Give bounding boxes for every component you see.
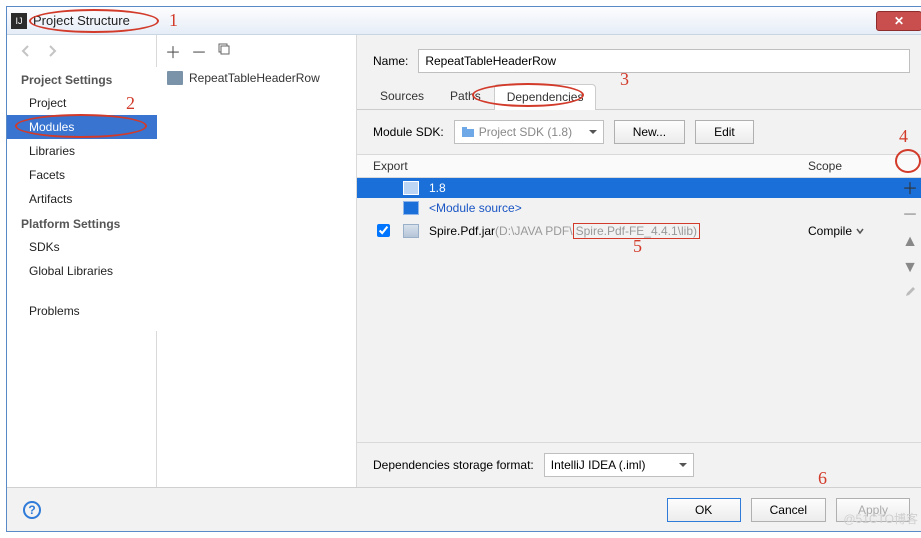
window-title: Project Structure [33,13,876,28]
help-button[interactable]: ? [23,501,41,519]
move-down-button[interactable]: ▼ [902,260,918,276]
dependencies-header: Export Scope [357,154,921,178]
name-label: Name: [373,54,408,68]
titlebar: IJ Project Structure ✕ [7,7,921,35]
project-structure-window: IJ Project Structure ✕ Project Settings … [6,6,921,532]
sidebar-item-problems[interactable]: Problems [7,299,157,323]
module-sdk-label: Module SDK: [373,125,444,139]
tab-sources[interactable]: Sources [367,83,437,109]
module-name-input[interactable] [418,49,910,73]
dialog-footer: ? OK Cancel Apply [7,487,921,531]
move-up-button[interactable]: ▲ [902,234,918,250]
module-item[interactable]: RepeatTableHeaderRow [157,67,356,89]
edit-sdk-button[interactable]: Edit [695,120,754,144]
add-dependency-button[interactable]: ＋ [902,182,918,198]
dep-row-sdk[interactable]: 1.8 [357,178,921,198]
sidebar-item-sdks[interactable]: SDKs [7,235,157,259]
remove-module-button[interactable]: － [191,39,207,63]
watermark: @51CTO博客 [843,510,918,527]
dep-row-jar[interactable]: Spire.Pdf.jar (D:\JAVA PDF\ Spire.Pdf-FE… [357,218,921,243]
nav-toolbar [7,35,156,67]
ok-button[interactable]: OK [667,498,741,522]
add-module-button[interactable]: ＋ [165,39,181,63]
remove-dependency-button[interactable]: － [902,208,918,224]
sidebar-item-artifacts[interactable]: Artifacts [7,187,157,211]
sidebar: Project Settings Project Modules Librari… [7,67,157,331]
export-checkbox[interactable] [377,224,390,237]
col-export: Export [373,159,808,173]
module-icon [167,71,183,85]
module-toolbar: ＋ － [157,35,356,67]
dep-label: Spire.Pdf.jar (D:\JAVA PDF\ Spire.Pdf-FE… [429,223,798,239]
module-sdk-combo[interactable]: Project SDK (1.8) [454,120,604,144]
dep-label: 1.8 [429,181,798,195]
module-item-label: RepeatTableHeaderRow [189,71,320,85]
sidebar-item-facets[interactable]: Facets [7,163,157,187]
cancel-button[interactable]: Cancel [751,498,826,522]
edit-dependency-button[interactable] [904,286,916,302]
tab-paths[interactable]: Paths [437,83,494,109]
col-scope: Scope [808,159,894,173]
new-sdk-button[interactable]: New... [614,120,685,144]
app-icon: IJ [11,13,27,29]
tab-dependencies[interactable]: Dependencies [494,84,597,110]
storage-format-label: Dependencies storage format: [373,458,534,472]
module-tabs: Sources Paths Dependencies [357,83,921,110]
folder-icon [461,125,475,139]
chevron-down-icon [856,227,864,235]
highlighted-path: Spire.Pdf-FE_4.4.1\lib) [573,223,700,239]
module-sdk-value: Project SDK (1.8) [479,125,572,139]
sidebar-heading-platform: Platform Settings [7,211,157,235]
sidebar-item-modules[interactable]: Modules [7,115,157,139]
dep-label: <Module source> [429,201,798,215]
jar-icon [403,224,419,238]
folder-icon [403,181,419,195]
close-button[interactable]: ✕ [876,11,921,31]
forward-button[interactable] [41,40,63,62]
sidebar-item-project[interactable]: Project [7,91,157,115]
storage-format-combo[interactable]: IntelliJ IDEA (.iml) [544,453,694,477]
back-button[interactable] [15,40,37,62]
scope-combo[interactable]: Compile [808,224,894,238]
sidebar-item-libraries[interactable]: Libraries [7,139,157,163]
folder-icon [403,201,419,215]
module-list-panel: ＋ － RepeatTableHeaderRow [157,35,357,487]
sidebar-item-global-libraries[interactable]: Global Libraries [7,259,157,283]
main-panel: Name: Sources Paths Dependencies Module … [357,35,921,487]
copy-module-button[interactable] [217,42,231,61]
dep-row-module-source[interactable]: <Module source> [357,198,921,218]
dependencies-list: 1.8 <Module source> Spire.Pdf.jar (D:\JA… [357,178,921,442]
dependency-tools: ＋ － ▲ ▼ [900,178,920,442]
sidebar-heading-project: Project Settings [7,67,157,91]
